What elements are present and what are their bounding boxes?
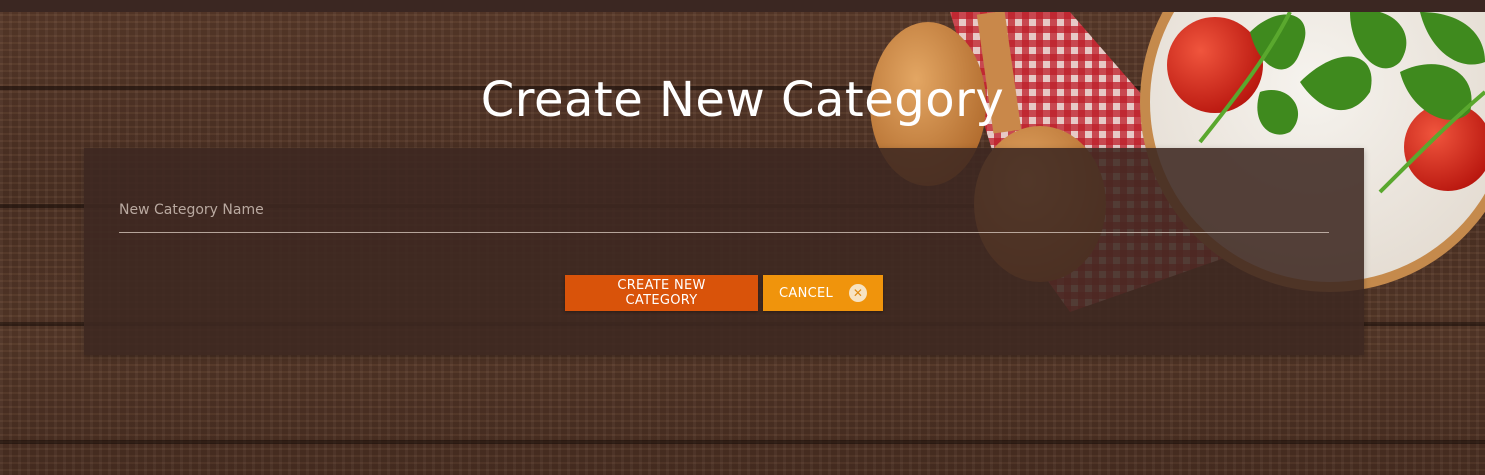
page-title: Create New Category xyxy=(480,72,1005,128)
form-actions: CREATE NEW CATEGORY CANCEL ✕ xyxy=(84,275,1364,311)
cancel-button-label: CANCEL xyxy=(779,285,834,301)
category-name-field xyxy=(119,192,1329,233)
cancel-button[interactable]: CANCEL ✕ xyxy=(763,275,883,311)
create-category-button[interactable]: CREATE NEW CATEGORY xyxy=(565,275,758,311)
category-name-input[interactable] xyxy=(119,192,1329,228)
create-category-button-label: CREATE NEW CATEGORY xyxy=(617,278,706,308)
top-bar xyxy=(0,0,1485,12)
create-category-form: CREATE NEW CATEGORY CANCEL ✕ xyxy=(84,148,1364,355)
close-circle-icon: ✕ xyxy=(849,284,867,302)
